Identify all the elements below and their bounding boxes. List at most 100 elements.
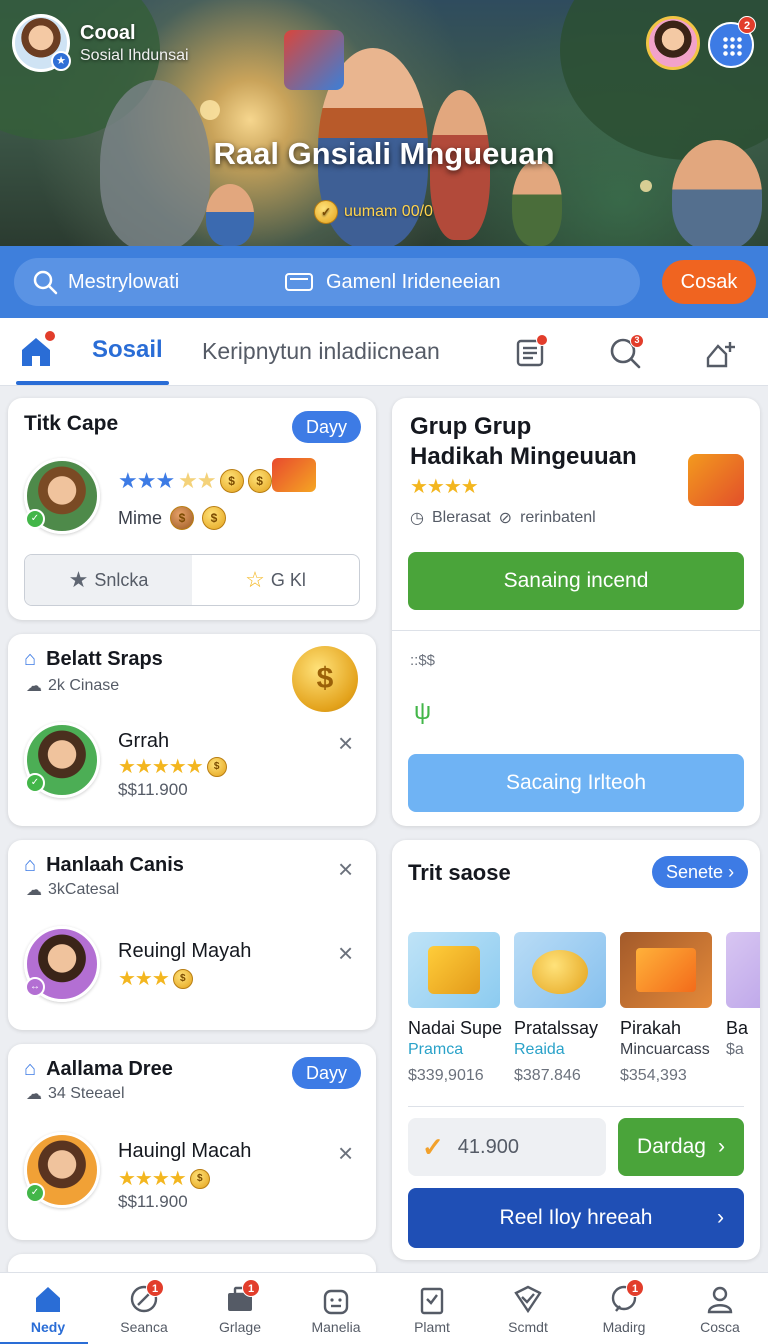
shop-card[interactable]: Trit saose Senete › Nadai Supe Pramca $3… xyxy=(392,840,760,1260)
day-pill[interactable]: Dayy xyxy=(292,1057,362,1089)
game-filter[interactable]: Gamenl Irideneeian xyxy=(284,270,501,294)
meta-text: rerinbatenl xyxy=(520,509,596,526)
product-item[interactable]: Ba $a xyxy=(726,932,760,1059)
gift-box-icon xyxy=(688,454,744,506)
close-icon[interactable]: × xyxy=(338,940,353,966)
group-card[interactable]: Grup Grup Hadikah Mingeuuan ★★★★ ◷ Bleras… xyxy=(392,398,760,826)
product-item[interactable]: Pirakah Mincuarcass $354,393 xyxy=(620,932,712,1085)
circle-icon: ⊘ xyxy=(498,510,513,527)
star-icon: ★ xyxy=(51,51,71,71)
segment-snlcka[interactable]: ★ Snlcka xyxy=(25,555,192,605)
hero-light xyxy=(640,180,652,192)
tab-home[interactable] xyxy=(18,330,58,370)
star-rating-icon: ★★★ xyxy=(118,968,170,990)
price-text: $$11.900 xyxy=(118,780,188,799)
pin-icon: ⌂ xyxy=(24,648,37,670)
nav-label: Manelia xyxy=(311,1319,361,1335)
close-icon[interactable]: × xyxy=(338,1140,353,1166)
product-image xyxy=(408,932,500,1008)
nav-label: Grlage xyxy=(218,1319,262,1335)
apps-grid-button[interactable]: 2 xyxy=(708,16,756,68)
tab-directory[interactable]: Keripnytun inladiicnean xyxy=(202,338,440,365)
divider xyxy=(408,1106,744,1107)
segment-gkl[interactable]: ☆ G Kl xyxy=(192,555,359,605)
coin-icon: $ xyxy=(206,756,227,777)
tab-search[interactable]: 3 xyxy=(608,334,644,372)
tab-social[interactable]: Sosail xyxy=(92,336,163,364)
shop-title: Trit saose xyxy=(408,860,511,885)
search-icon xyxy=(33,270,58,295)
button-label: Dardag xyxy=(637,1135,706,1158)
profile-card[interactable]: Titk Cape Dayy ✓ ★★★ ★★ $ $ Mime $ $ ★ Sn… xyxy=(8,398,376,620)
nav-madirg[interactable]: 1 Madirg xyxy=(576,1273,672,1344)
close-icon[interactable]: × xyxy=(338,730,353,756)
home-icon xyxy=(36,1287,60,1312)
button-label: Reel Iloy hreeah xyxy=(499,1206,653,1229)
search-button[interactable]: Cosak xyxy=(662,260,756,304)
notification-badge: 1 xyxy=(626,1279,644,1297)
nav-scmdt[interactable]: Scmdt xyxy=(480,1273,576,1344)
product-name: Pirakah xyxy=(620,1018,682,1038)
avatar[interactable]: ✓ xyxy=(24,722,100,798)
tab-add-friend[interactable] xyxy=(704,336,740,372)
amount-field[interactable]: ✓ 41.900 xyxy=(408,1118,606,1176)
pill-label: Senete xyxy=(666,862,724,882)
coin-icon: $ xyxy=(292,646,358,712)
coin-stack-icon xyxy=(532,950,588,994)
star-rating-icon: ★★★★ xyxy=(118,1168,187,1190)
treasure-chest-icon xyxy=(636,948,696,992)
hero-light xyxy=(200,100,220,120)
close-icon[interactable]: × xyxy=(338,856,353,882)
primary-action-button[interactable]: Reel Iloy hreeah › xyxy=(408,1188,744,1248)
segment-label: Snlcka xyxy=(94,569,149,590)
friend-card[interactable]: ⌂ Aallama Dree Dayy ☁ 34 Steeael ✓ Hauing… xyxy=(8,1044,376,1240)
tab-list[interactable] xyxy=(514,334,550,372)
avatar[interactable]: ★ xyxy=(12,14,71,72)
dardag-button[interactable]: Dardag › xyxy=(618,1118,744,1176)
star-rating-icon: ★★★★★ xyxy=(118,756,204,778)
profile-header[interactable]: ★ Cooal Sosial Ihdunsai xyxy=(12,14,189,72)
check-icon: ✓ xyxy=(422,1131,444,1162)
friend-card[interactable]: ⌂ Hanlaah Canis ☁ 3kCatesal × ↔ Reuingl M… xyxy=(8,840,376,1030)
nav-manelia[interactable]: Manelia xyxy=(288,1273,384,1344)
cloud-icon: ☁ xyxy=(26,678,42,695)
hero-character xyxy=(512,160,562,246)
nav-garage[interactable]: 1 Grlage xyxy=(192,1273,288,1344)
price-text: $$11.900 xyxy=(118,1192,188,1211)
notification-badge: 3 xyxy=(630,334,644,348)
product-item[interactable]: Pratalssay Reaida $387.846 xyxy=(514,932,606,1085)
rating-row: ★★★ ★★ $ $ xyxy=(118,468,272,494)
coin-icon: $ xyxy=(170,506,194,530)
product-name: Pratalssay xyxy=(514,1018,599,1038)
star-rating-icon: ★★★ xyxy=(118,468,175,493)
star-rating-icon: ★★ xyxy=(178,468,216,493)
product-sub: Reaida xyxy=(514,1041,565,1058)
coin-icon: $ xyxy=(202,506,226,530)
product-price: $339,9016 xyxy=(408,1067,484,1084)
day-pill[interactable]: Dayy xyxy=(292,411,362,443)
nav-label: Seanca xyxy=(120,1319,168,1335)
friend-avatar[interactable] xyxy=(646,16,700,70)
search-input[interactable]: Mestrylowati Gamenl Irideneeian xyxy=(14,258,640,306)
sprout-icon: ψ xyxy=(414,698,432,725)
friend-card[interactable]: ⌂ Belatt Sraps ☁ 2k Cinase $ ✓ Grrah ★★★★… xyxy=(8,634,376,826)
mime-label: Mime xyxy=(118,507,162,528)
avatar[interactable]: ✓ xyxy=(24,458,100,534)
avatar[interactable]: ↔ xyxy=(24,926,100,1002)
search-group-button[interactable]: Sacaing Irlteoh xyxy=(408,754,744,812)
small-label: ::$$ xyxy=(410,652,436,669)
product-item[interactable]: Nadai Supe Pramca $339,9016 xyxy=(408,932,502,1085)
notification-dot xyxy=(536,334,548,346)
product-image xyxy=(726,932,760,1008)
nav-home[interactable]: Nedy xyxy=(0,1273,96,1344)
nav-search[interactable]: 1 Seanca xyxy=(96,1273,192,1344)
group-title-line: Grup Grup xyxy=(410,413,532,440)
avatar[interactable]: ✓ xyxy=(24,1132,100,1208)
join-button[interactable]: Sanaing incend xyxy=(408,552,744,610)
nav-profile[interactable]: Cosca xyxy=(672,1273,768,1344)
mime-row: Mime $ $ xyxy=(118,506,226,530)
notification-badge: 1 xyxy=(242,1279,260,1297)
divider xyxy=(392,630,760,631)
see-all-button[interactable]: Senete › xyxy=(652,856,749,888)
nav-plamt[interactable]: Plamt xyxy=(384,1273,480,1344)
